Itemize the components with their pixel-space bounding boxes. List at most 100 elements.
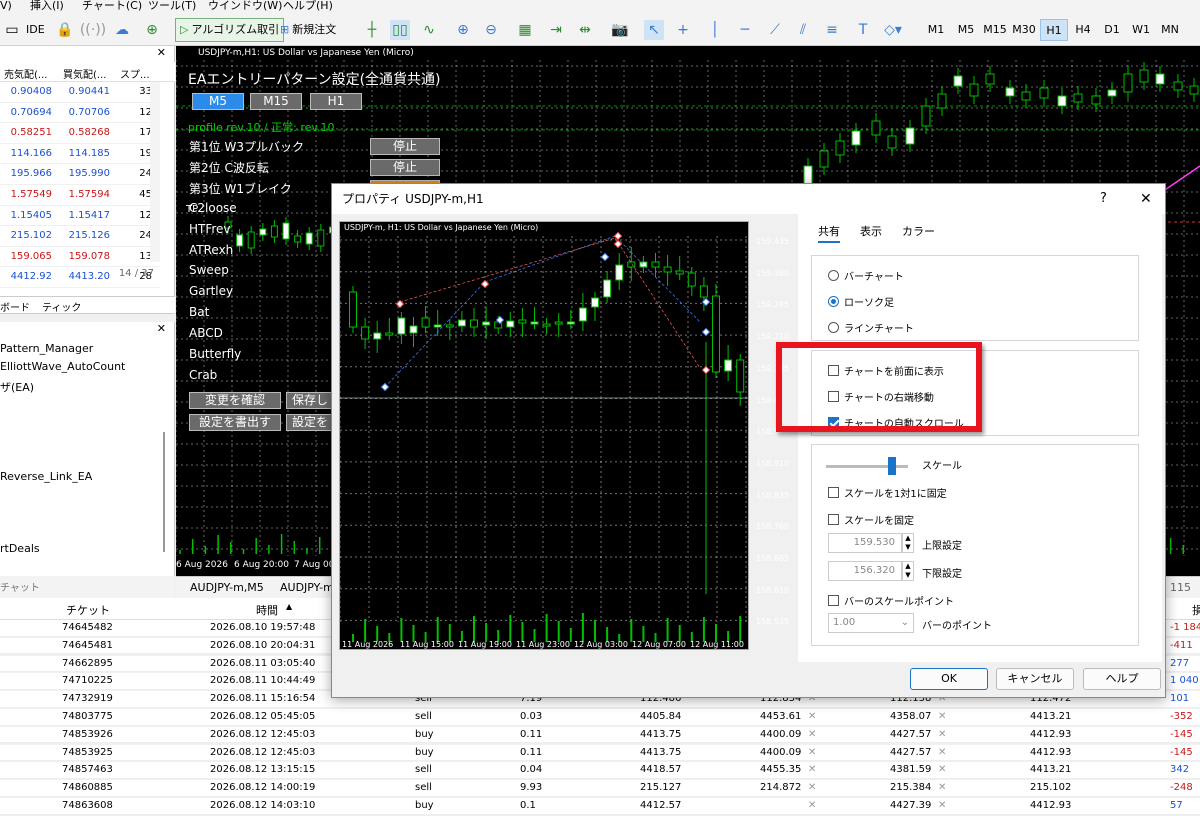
pattern-item[interactable]: 第1位 W3プルバック — [189, 138, 304, 155]
zoom-out-icon[interactable]: ⊖ — [481, 20, 501, 40]
pattern-item[interactable]: 第2位 C波反転 — [189, 159, 269, 176]
upper-limit-input[interactable]: 159.530 — [828, 533, 902, 553]
ea-tf-h1-button[interactable]: H1 — [310, 93, 362, 110]
vline-icon[interactable]: │ — [705, 20, 725, 40]
pattern-item[interactable]: 第3位 W1ブレイク — [189, 180, 292, 197]
check-bar-scale[interactable]: バーのスケールポイント — [828, 593, 954, 608]
quote-row[interactable]: 195.966 195.990 24 — [0, 164, 160, 185]
tf-d1[interactable]: D1 — [1098, 19, 1126, 41]
confirm-change-button[interactable]: 変更を確認 — [189, 392, 281, 409]
quote-row[interactable]: 114.166 114.185 19 — [0, 144, 160, 165]
quote-row[interactable]: 215.102 215.126 24 — [0, 226, 160, 247]
scale-slider-track[interactable] — [826, 465, 908, 468]
candles-icon[interactable]: ▯▯ — [390, 20, 410, 40]
tf-h1[interactable]: H1 — [1040, 19, 1068, 41]
ea-tf-m5-button[interactable]: M5 — [192, 93, 244, 110]
nav-item[interactable]: Reverse_Link_EA — [0, 470, 92, 483]
quote-row[interactable]: 159.065 159.078 13 — [0, 247, 160, 268]
vps-icon[interactable]: ⊕ — [142, 20, 162, 40]
menu-view[interactable]: V) — [0, 0, 30, 14]
tf-h4[interactable]: H4 — [1069, 19, 1097, 41]
check-scale-fix[interactable]: スケールを固定 — [828, 512, 914, 527]
lower-limit-input[interactable]: 156.320 — [828, 561, 902, 581]
zoom-in-icon[interactable]: ⊕ — [453, 20, 473, 40]
radio-line-chart[interactable]: ラインチャート — [828, 320, 914, 335]
table-row[interactable]: 74860885 2026.08.12 14:00:19 sell 9.93 215.1… — [0, 780, 1200, 797]
pattern-item[interactable]: Sweep — [189, 263, 229, 277]
pattern-item[interactable]: Bat — [189, 305, 209, 319]
menu-tools[interactable]: ツール(T) — [148, 0, 208, 14]
ea-tf-m15-button[interactable]: M15 — [250, 93, 302, 110]
col-time[interactable]: 時間 — [256, 602, 278, 618]
table-row[interactable]: 74857463 2026.08.12 13:15:15 sell 0.04 4418.… — [0, 762, 1200, 779]
col-profit[interactable]: 損 — [1192, 602, 1200, 618]
pattern-item[interactable]: ATRexh — [189, 243, 233, 257]
menu-help[interactable]: ヘルプ(H) — [283, 0, 343, 14]
scale-slider-thumb[interactable] — [887, 457, 896, 475]
tab-colors[interactable]: カラー — [902, 223, 935, 239]
channel-icon[interactable]: ⫽ — [793, 20, 813, 40]
menu-insert[interactable]: 挿入(I) — [30, 0, 82, 14]
tf-m5[interactable]: M5 — [952, 19, 980, 41]
trendline-icon[interactable]: ⟋ — [765, 20, 785, 40]
scrollbar[interactable] — [163, 432, 165, 552]
algo-trading-button[interactable]: ▷ アルゴリズム取引 — [175, 18, 285, 42]
tf-m15[interactable]: M15 — [981, 19, 1009, 41]
tab-show[interactable]: 表示 — [860, 223, 882, 239]
table-row[interactable]: 74803775 2026.08.12 05:45:05 sell 0.03 4405.… — [0, 709, 1200, 726]
nav-item[interactable]: Pattern_Manager — [0, 342, 93, 355]
shift-icon[interactable]: ⇹ — [575, 20, 595, 40]
close-icon[interactable]: ✕ — [1140, 184, 1152, 214]
cloud-icon[interactable]: ☁ — [112, 20, 132, 40]
tf-w1[interactable]: W1 — [1127, 19, 1155, 41]
menu-window[interactable]: ウインドウ(W) — [208, 0, 283, 14]
bar-point-select[interactable]: 1.00 ⌄ — [828, 613, 914, 633]
col-ticket[interactable]: チケット — [66, 602, 110, 618]
radio-bar-chart[interactable]: バーチャート — [828, 268, 904, 283]
screenshot-icon[interactable]: 📷 — [610, 20, 630, 40]
tf-m1[interactable]: M1 — [922, 19, 950, 41]
pattern-item[interactable]: ABCD — [189, 326, 223, 340]
quote-row[interactable]: 0.58251 0.58268 17 — [0, 123, 160, 144]
grid-icon[interactable]: ▦ — [515, 20, 535, 40]
autoscroll-icon[interactable]: ⇥ — [546, 20, 566, 40]
scrollbar[interactable] — [150, 82, 160, 262]
help-icon[interactable]: ? — [1100, 184, 1107, 214]
ide-button[interactable]: IDE — [26, 18, 45, 42]
shapes-icon[interactable]: ◇▾ — [883, 20, 903, 40]
nav-item[interactable]: rtDeals — [0, 542, 40, 555]
signal-icon[interactable]: ((·)) — [80, 20, 106, 40]
stop-button-1[interactable]: 停止 — [370, 138, 440, 155]
table-row[interactable]: 74853925 2026.08.12 12:45:03 buy 0.11 4413.7… — [0, 744, 1200, 762]
new-order-button[interactable]: ⊞ 新規注文 — [280, 18, 336, 42]
hline-icon[interactable]: ─ — [735, 20, 755, 40]
tf-m30[interactable]: M30 — [1010, 19, 1038, 41]
bar-chart-icon[interactable]: ┼ — [362, 20, 382, 40]
col-bid[interactable]: 売気配(... — [4, 66, 47, 81]
pattern-item[interactable]: Butterfly — [189, 347, 241, 361]
quote-row[interactable]: 1.57549 1.57594 45 — [0, 185, 160, 206]
export-settings-button[interactable]: 設定を書出す — [189, 414, 281, 431]
lower-spinner-icon[interactable]: ▲ ▼ — [902, 561, 914, 581]
tf-mn[interactable]: MN — [1156, 19, 1184, 41]
text-icon[interactable]: T — [853, 20, 873, 40]
window-icon[interactable]: ▭ — [2, 20, 22, 40]
upper-spinner-icon[interactable]: ▲ ▼ — [902, 533, 914, 553]
crosshair-icon[interactable]: + — [673, 20, 693, 40]
quote-row[interactable]: 1.15405 1.15417 12 — [0, 206, 160, 227]
check-scale-1to1[interactable]: スケールを1対1に固定 — [828, 485, 947, 500]
pattern-item[interactable]: Gartley — [189, 284, 233, 298]
settings-button[interactable]: 設定を — [286, 414, 334, 431]
fibo-icon[interactable]: ≡ — [822, 20, 842, 40]
quote-row[interactable]: 0.90408 0.90441 33 — [0, 82, 160, 103]
cursor-icon[interactable]: ↖ — [644, 20, 664, 40]
pattern-item[interactable]: HTFrev — [189, 222, 231, 236]
table-row[interactable]: 74853926 2026.08.12 12:45:03 buy 0.11 4413.7… — [0, 726, 1200, 744]
chart-tab[interactable]: AUDJPY-m,M5 — [190, 581, 264, 594]
table-row[interactable]: 74863608 2026.08.12 14:03:10 buy 0.1 4412.57… — [0, 798, 1200, 815]
pattern-item[interactable]: Crab — [189, 368, 217, 382]
chart-tab[interactable]: 115 — [1170, 581, 1191, 594]
help-button[interactable]: ヘルプ — [1083, 668, 1161, 690]
nav-item[interactable]: ザ(EA) — [0, 379, 34, 395]
tab-common[interactable]: 共有 — [818, 223, 840, 243]
